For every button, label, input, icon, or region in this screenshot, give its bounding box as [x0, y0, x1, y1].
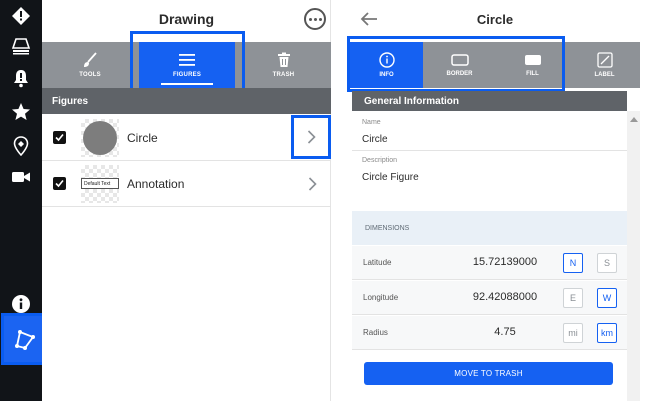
tab-label: TRASH: [272, 72, 295, 78]
figure-row-annotation[interactable]: Default Text Annotation: [42, 161, 331, 207]
map-pin-icon[interactable]: [9, 134, 33, 158]
brush-icon: [84, 52, 97, 67]
figure-detail-panel: Circle INFO BORDER FILL LABEL General In…: [347, 0, 640, 401]
diamond-alert-icon[interactable]: [9, 4, 33, 28]
name-label: Name: [362, 119, 381, 126]
detail-title: Circle: [476, 11, 514, 27]
tab-label-settings[interactable]: LABEL: [569, 42, 640, 88]
figure-checkbox[interactable]: [53, 177, 66, 190]
fill-icon: [524, 55, 541, 65]
tab-label: TOOLS: [79, 72, 101, 78]
more-options-button[interactable]: [304, 8, 326, 30]
annotation-preview-text: Default Text: [81, 178, 119, 189]
latitude-row: Latitude 15.72139000 N S: [352, 246, 627, 280]
unit-miles-button[interactable]: mi: [563, 323, 583, 343]
tab-label: BORDER: [446, 71, 473, 77]
figure-row-circle[interactable]: Circle: [42, 115, 331, 161]
figure-thumbnail-annotation: Default Text: [81, 165, 119, 203]
active-tab-underline: [161, 83, 213, 85]
tab-info[interactable]: INFO: [350, 42, 423, 88]
description-field[interactable]: Circle Figure: [362, 172, 419, 183]
drawing-tab-bar: TOOLS FIGURES TRASH: [42, 42, 331, 88]
chevron-right-icon: [307, 130, 316, 144]
figure-thumbnail-circle: [81, 119, 119, 157]
rail-selected-item[interactable]: [1, 313, 47, 365]
border-icon: [450, 54, 469, 66]
general-info-header: General Information: [352, 91, 627, 111]
tab-label: LABEL: [594, 72, 615, 78]
unit-south-button[interactable]: S: [597, 253, 617, 273]
chevron-right-icon[interactable]: [308, 177, 317, 191]
drawing-panel: Drawing TOOLS FIGURES TRASH Figures Circ…: [42, 0, 331, 401]
checkmark-icon: [55, 179, 64, 188]
figure-label: Annotation: [127, 177, 185, 191]
dimensions-header: DIMENSIONS: [352, 211, 627, 245]
unit-west-button[interactable]: W: [597, 288, 617, 308]
label-edit-icon: [596, 52, 613, 68]
trash-icon: [277, 52, 290, 67]
dimension-label: Radius: [363, 328, 388, 337]
divider: [352, 150, 627, 151]
detail-tab-bar: INFO BORDER FILL LABEL: [350, 42, 640, 88]
checkmark-icon: [55, 133, 64, 142]
dimension-label: Latitude: [363, 258, 392, 267]
star-icon[interactable]: [9, 100, 33, 124]
warning-bell-icon[interactable]: [9, 66, 33, 90]
unit-north-button[interactable]: N: [563, 253, 583, 273]
unit-east-button[interactable]: E: [563, 288, 583, 308]
radius-row: Radius 4.75 mi km: [352, 316, 627, 350]
tab-trash[interactable]: TRASH: [236, 42, 331, 88]
name-field[interactable]: Circle: [362, 134, 388, 145]
move-to-trash-button[interactable]: MOVE TO TRASH: [364, 362, 613, 385]
detail-scrollbar[interactable]: [627, 111, 640, 401]
circle-detail-button[interactable]: [291, 115, 331, 159]
tab-tools[interactable]: TOOLS: [42, 42, 138, 88]
tab-label: INFO: [379, 72, 394, 78]
list-icon: [179, 54, 195, 66]
tab-label: FILL: [526, 71, 539, 77]
scroll-up-icon[interactable]: [630, 117, 638, 122]
layers-icon[interactable]: [9, 34, 33, 58]
latitude-input[interactable]: 15.72139000: [455, 256, 555, 268]
tab-border[interactable]: BORDER: [423, 42, 496, 88]
figures-section-header: Figures: [42, 88, 331, 114]
dimension-label: Longitude: [363, 293, 399, 302]
radius-input[interactable]: 4.75: [455, 326, 555, 338]
info-icon: [378, 52, 395, 68]
longitude-row: Longitude 92.42088000 E W: [352, 281, 627, 315]
tab-label: FIGURES: [172, 72, 202, 78]
left-rail: [0, 0, 47, 401]
app-frame: Drawing TOOLS FIGURES TRASH Figures Circ…: [0, 0, 645, 401]
tab-figures[interactable]: FIGURES: [139, 42, 235, 88]
panel-title: Drawing: [158, 11, 215, 27]
tab-fill[interactable]: FILL: [496, 42, 569, 88]
draw-polygon-icon: [12, 326, 38, 357]
longitude-input[interactable]: 92.42088000: [455, 291, 555, 303]
video-icon[interactable]: [9, 165, 33, 189]
figure-label: Circle: [127, 131, 158, 145]
figure-checkbox[interactable]: [53, 131, 66, 144]
unit-km-button[interactable]: km: [597, 323, 617, 343]
description-label: Description: [362, 157, 398, 164]
